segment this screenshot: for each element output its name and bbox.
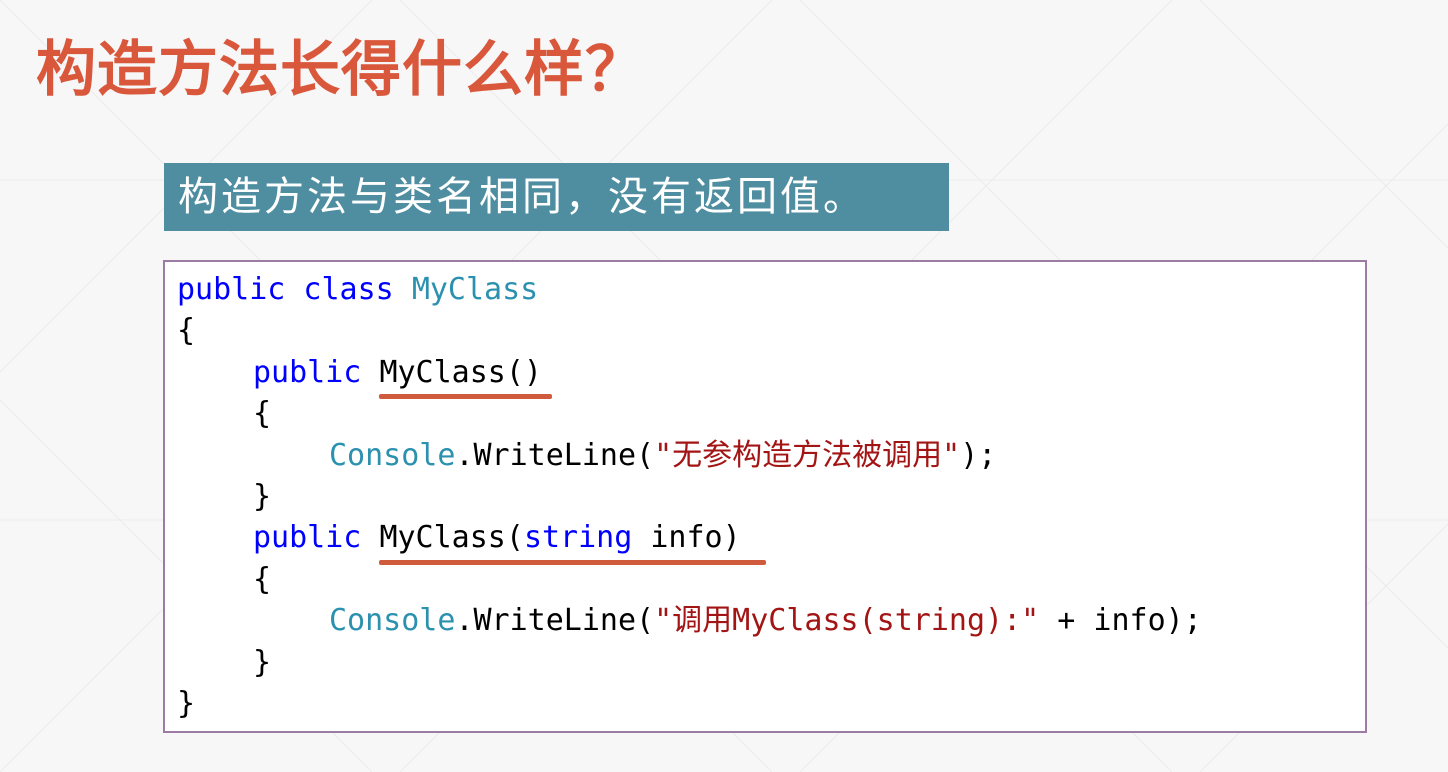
keyword-public-class: public class — [177, 272, 412, 307]
code-line-close-brace-inner: } — [253, 643, 271, 683]
keyword-string: string — [523, 520, 633, 555]
brace: } — [177, 686, 196, 721]
code-line-close-brace: } — [177, 684, 195, 724]
brace: } — [253, 645, 272, 680]
code-block: public class MyClass { public MyClass() … — [163, 260, 1367, 733]
underline-highlight-default-constructor — [379, 394, 552, 399]
brace: { — [253, 562, 272, 597]
code-line-string-constructor: public MyClass(string info) — [253, 518, 741, 558]
keyword-public: public — [253, 520, 380, 555]
code-line-close-brace-inner: } — [253, 477, 271, 517]
code-line-default-constructor: public MyClass() — [253, 353, 542, 393]
method-call: .WriteLine( — [455, 438, 655, 473]
constructor-signature-default: MyClass() — [379, 355, 542, 390]
underline-highlight-string-constructor — [379, 560, 766, 565]
statement-end: ); — [960, 438, 997, 473]
statement-end: + info); — [1039, 603, 1202, 638]
code-line-writeline-info: Console.WriteLine("调用MyClass(string):" +… — [329, 601, 1202, 641]
slide-title: 构造方法长得什么样？ — [36, 35, 646, 105]
method-call: .WriteLine( — [455, 603, 655, 638]
constructor-signature-end: info) — [632, 520, 741, 555]
code-line-open-brace-inner: { — [253, 560, 271, 600]
code-line-open-brace-inner: { — [253, 394, 271, 434]
type-console: Console — [329, 603, 456, 638]
string-literal: "调用MyClass(string):" — [654, 603, 1040, 638]
code-line-open-brace: { — [177, 311, 195, 351]
brace: { — [253, 396, 272, 431]
string-literal: "无参构造方法被调用" — [654, 438, 961, 473]
caption-text: 构造方法与类名相同，没有返回值。 — [178, 174, 866, 220]
code-line-class-declaration: public class MyClass — [177, 270, 538, 310]
keyword-public: public — [253, 355, 380, 390]
type-myclass: MyClass — [411, 272, 539, 307]
constructor-signature-start: MyClass( — [379, 520, 524, 555]
code-line-writeline-default: Console.WriteLine("无参构造方法被调用"); — [329, 436, 996, 476]
brace: } — [253, 479, 272, 514]
type-console: Console — [329, 438, 456, 473]
brace: { — [177, 313, 196, 348]
caption-banner: 构造方法与类名相同，没有返回值。 — [164, 163, 949, 231]
